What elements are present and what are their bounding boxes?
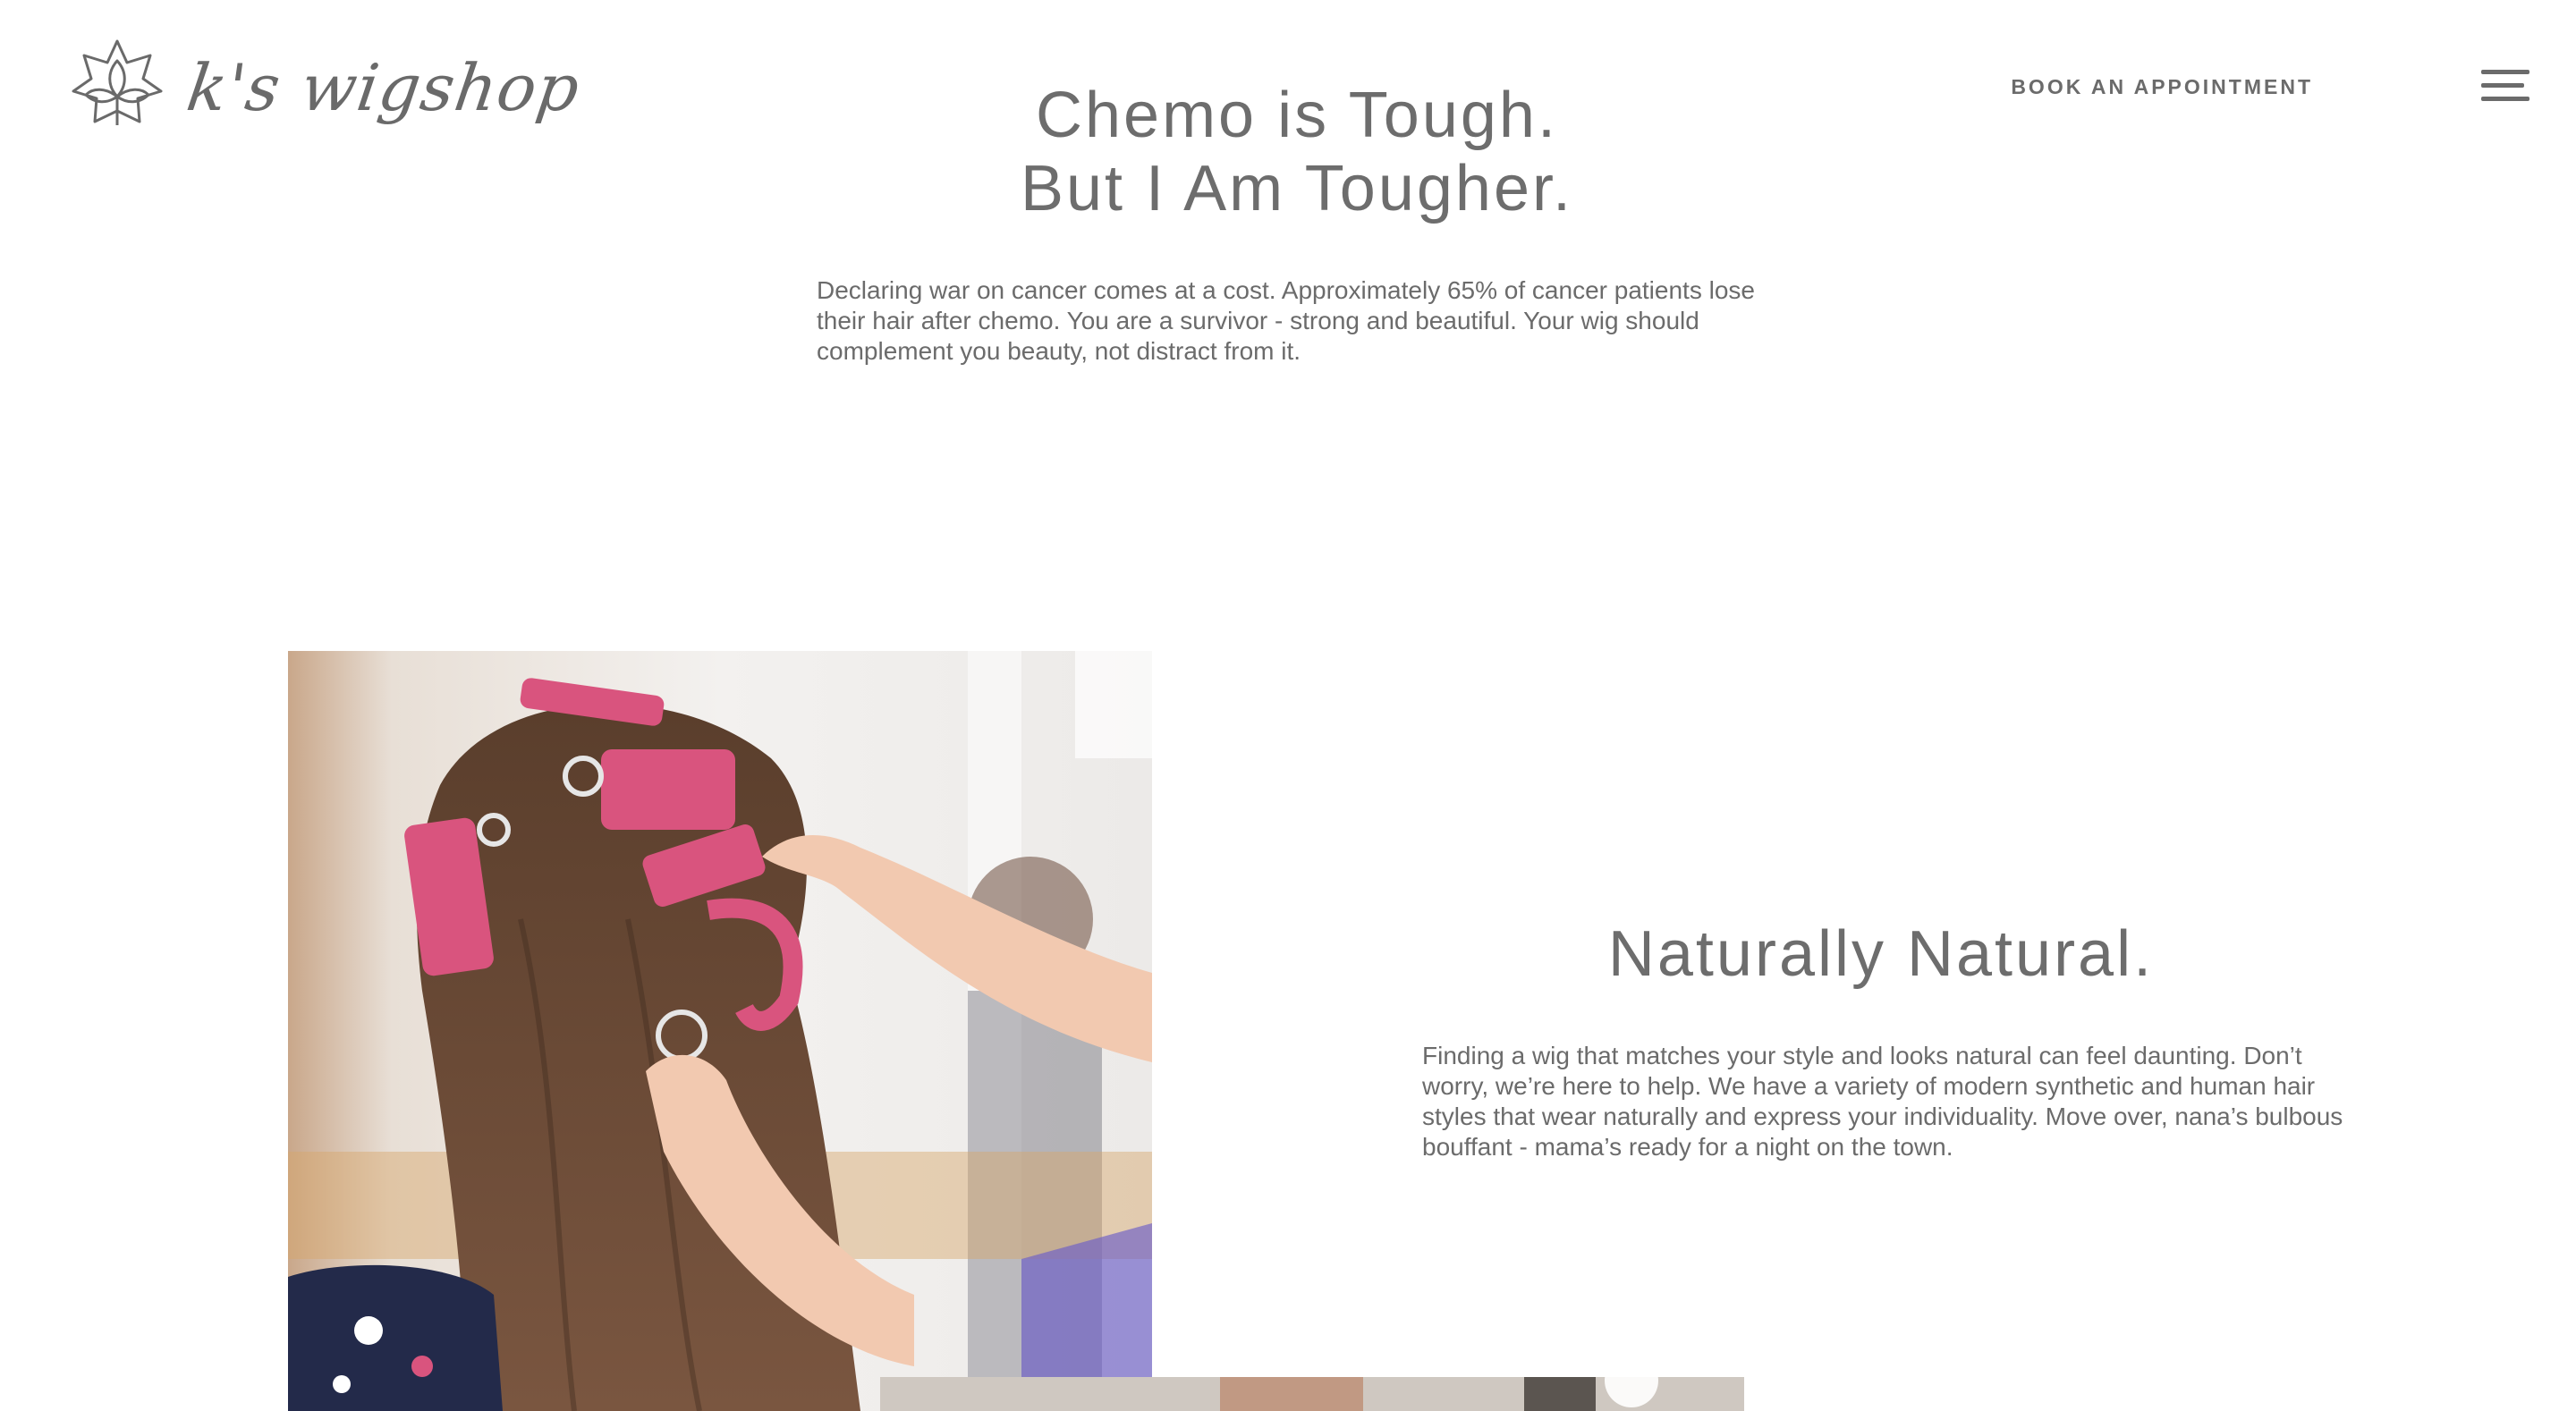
hero-title-line-2: But I Am Tougher.	[1020, 153, 1574, 224]
site-logo[interactable]: k's wigshop	[68, 36, 585, 134]
menu-bar-bottom	[2481, 97, 2529, 101]
logo-wordmark: k's wigshop	[182, 50, 585, 125]
hamburger-menu-icon[interactable]	[2481, 68, 2529, 104]
natural-section-title: Naturally Natural.	[1607, 918, 2155, 990]
second-salon-photo	[880, 1377, 1744, 1411]
hero-title-line-1: Chemo is Tough.	[1036, 80, 1558, 151]
menu-bar-top	[2481, 70, 2529, 74]
lotus-flower-icon	[72, 39, 163, 125]
menu-bar-middle	[2481, 83, 2524, 88]
stylist-curling-hair-photo	[288, 651, 1152, 1411]
hero-heading: Chemo is Tough. But I Am Tougher.	[859, 79, 1735, 225]
page: k's wigshop BOOK AN APPOINTMENT Chemo is…	[0, 0, 2576, 1411]
book-appointment-link[interactable]: BOOK AN APPOINTMENT	[2011, 75, 2313, 99]
natural-section-description: Finding a wig that matches your style an…	[1422, 1042, 2343, 1161]
hero-description: Declaring war on cancer comes at a cost.…	[817, 276, 1755, 365]
